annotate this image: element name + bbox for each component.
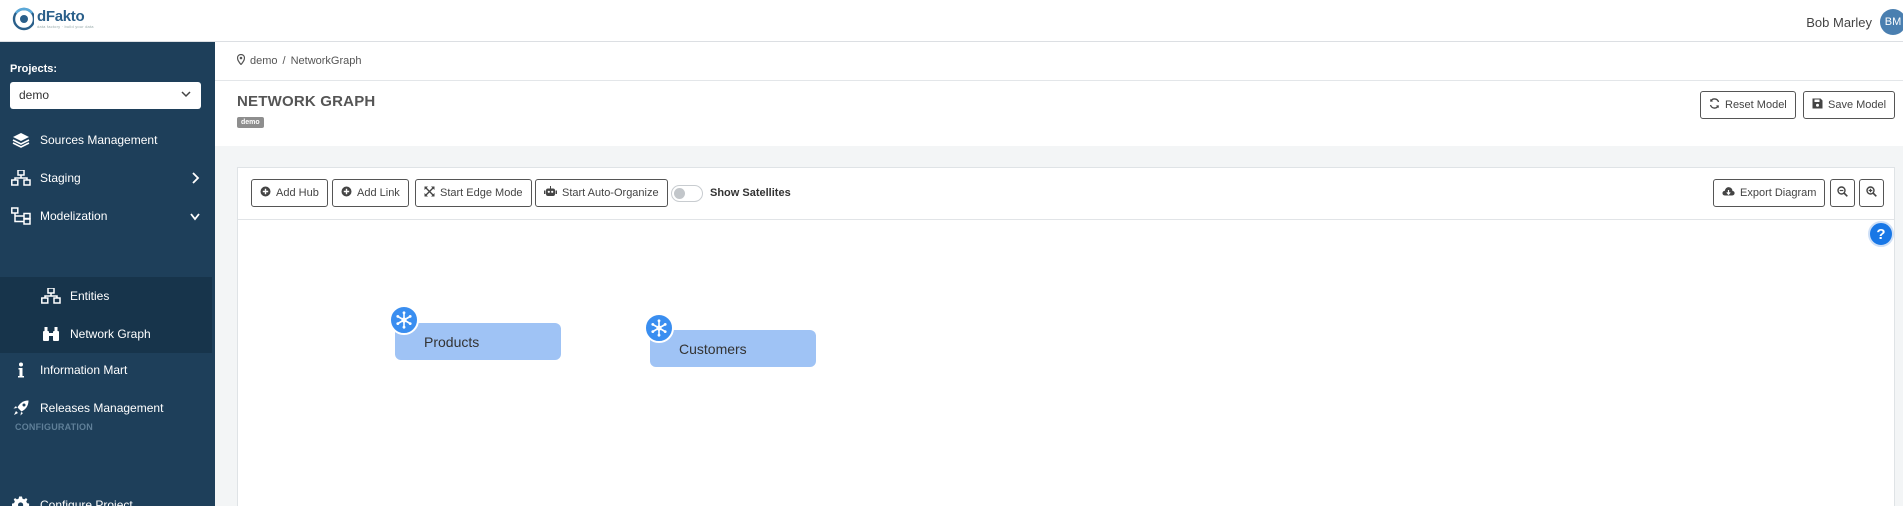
start-auto-organize-button[interactable]: Start Auto-Organize [535, 179, 668, 207]
toggle-knob [674, 188, 685, 199]
rocket-icon [10, 399, 32, 417]
save-model-button[interactable]: Save Model [1803, 91, 1896, 119]
start-edge-mode-label: Start Edge Mode [440, 187, 523, 199]
hub-icon [389, 305, 419, 335]
top-bar: dFakto data factory · build your data Bo… [0, 0, 1903, 42]
breadcrumb-separator: / [282, 55, 286, 67]
sidebar-item-configure-project[interactable]: Configure Project [0, 486, 215, 506]
layers-icon [10, 131, 32, 149]
sidebar: Projects: demo Sources Management Stagin… [0, 42, 215, 506]
app-tagline: data factory · build your data [37, 23, 94, 29]
breadcrumb: demo / NetworkGraph [236, 53, 362, 68]
gear-icon [10, 496, 32, 506]
robot-icon [544, 186, 557, 200]
save-model-label: Save Model [1828, 99, 1887, 111]
start-edge-mode-button[interactable]: Start Edge Mode [415, 179, 532, 207]
sidebar-item-label: Entities [70, 289, 110, 303]
hub-icon [644, 313, 674, 343]
export-diagram-button[interactable]: Export Diagram [1713, 179, 1826, 207]
breadcrumb-item-current: NetworkGraph [290, 55, 362, 67]
breadcrumb-bar: demo / NetworkGraph [215, 42, 1903, 81]
sidebar-item-label: Configure Project [40, 498, 133, 506]
graph-node-customers[interactable]: Customers [650, 330, 816, 367]
graph-node-label: Products [424, 333, 480, 350]
page-header: NETWORK GRAPH demo Reset Model Save Mode… [215, 81, 1903, 146]
sidebar-item-entities[interactable]: Entities [0, 277, 212, 315]
zoom-in-button[interactable] [1859, 179, 1884, 207]
project-badge: demo [237, 117, 264, 128]
plus-circle-icon [341, 186, 352, 200]
app-logo[interactable]: dFakto data factory · build your data [12, 7, 94, 31]
project-select[interactable]: demo [10, 82, 201, 109]
sidebar-item-label: Modelization [40, 209, 108, 223]
sidebar-item-staging[interactable]: Staging [0, 159, 215, 197]
add-hub-button[interactable]: Add Hub [251, 179, 328, 207]
sidebar-item-label: Releases Management [40, 401, 164, 415]
avatar[interactable]: BM [1880, 9, 1903, 35]
zoom-in-icon [1866, 186, 1877, 200]
user-menu[interactable]: Bob Marley BM [1806, 9, 1903, 35]
map-marker-icon [236, 53, 246, 68]
breadcrumb-item-project[interactable]: demo [250, 55, 278, 67]
sidebar-item-label: Information Mart [40, 363, 128, 377]
export-diagram-label: Export Diagram [1740, 187, 1817, 199]
sidebar-item-label: Staging [40, 171, 81, 185]
show-satellites-toggle[interactable] [671, 185, 703, 202]
graph-node-products[interactable]: Products [395, 323, 561, 360]
sidebar-item-network-graph[interactable]: Network Graph [0, 315, 212, 353]
reset-model-button[interactable]: Reset Model [1700, 91, 1796, 119]
logo-icon [12, 7, 36, 31]
add-link-label: Add Link [357, 187, 400, 199]
chevron-down-icon [180, 88, 192, 100]
projects-label: Projects: [10, 63, 58, 75]
cloud-download-icon [1722, 186, 1735, 200]
expand-arrows-icon [424, 186, 435, 200]
sidebar-item-modelization[interactable]: Modelization [0, 197, 215, 235]
app-name: dFakto [37, 7, 85, 25]
graph-toolbar: Add Hub Add Link Start Edge Mode Start A… [238, 168, 1894, 220]
show-satellites-label: Show Satellites [710, 187, 791, 199]
sidebar-item-label: Network Graph [70, 327, 151, 341]
sidebar-item-information-mart[interactable]: Information Mart [0, 351, 215, 389]
page-title: NETWORK GRAPH [237, 93, 376, 110]
start-auto-organize-label: Start Auto-Organize [562, 187, 659, 199]
zoom-out-button[interactable] [1830, 179, 1855, 207]
plus-circle-icon [260, 186, 271, 200]
refresh-icon [1709, 98, 1720, 112]
hierarchy-icon [10, 207, 32, 225]
zoom-out-icon [1837, 186, 1848, 200]
add-link-button[interactable]: Add Link [332, 179, 409, 207]
chevron-down-icon [189, 209, 201, 223]
user-name: Bob Marley [1806, 14, 1872, 30]
help-button[interactable]: ? [1868, 221, 1894, 247]
reset-model-label: Reset Model [1725, 99, 1787, 111]
sidebar-item-sources-management[interactable]: Sources Management [0, 121, 215, 159]
sitemap-icon [40, 287, 62, 305]
project-select-value: demo [19, 88, 50, 102]
section-heading-configuration: CONFIGURATION [15, 422, 93, 432]
sitemap-icon [10, 169, 32, 187]
modelization-submenu: Entities Network Graph [0, 277, 212, 353]
floppy-icon [1812, 98, 1823, 112]
add-hub-label: Add Hub [276, 187, 319, 199]
graph-node-label: Customers [679, 340, 747, 357]
binoculars-icon [40, 325, 62, 343]
chevron-right-icon [189, 171, 201, 185]
sidebar-item-label: Sources Management [40, 133, 158, 147]
info-icon [10, 361, 32, 379]
